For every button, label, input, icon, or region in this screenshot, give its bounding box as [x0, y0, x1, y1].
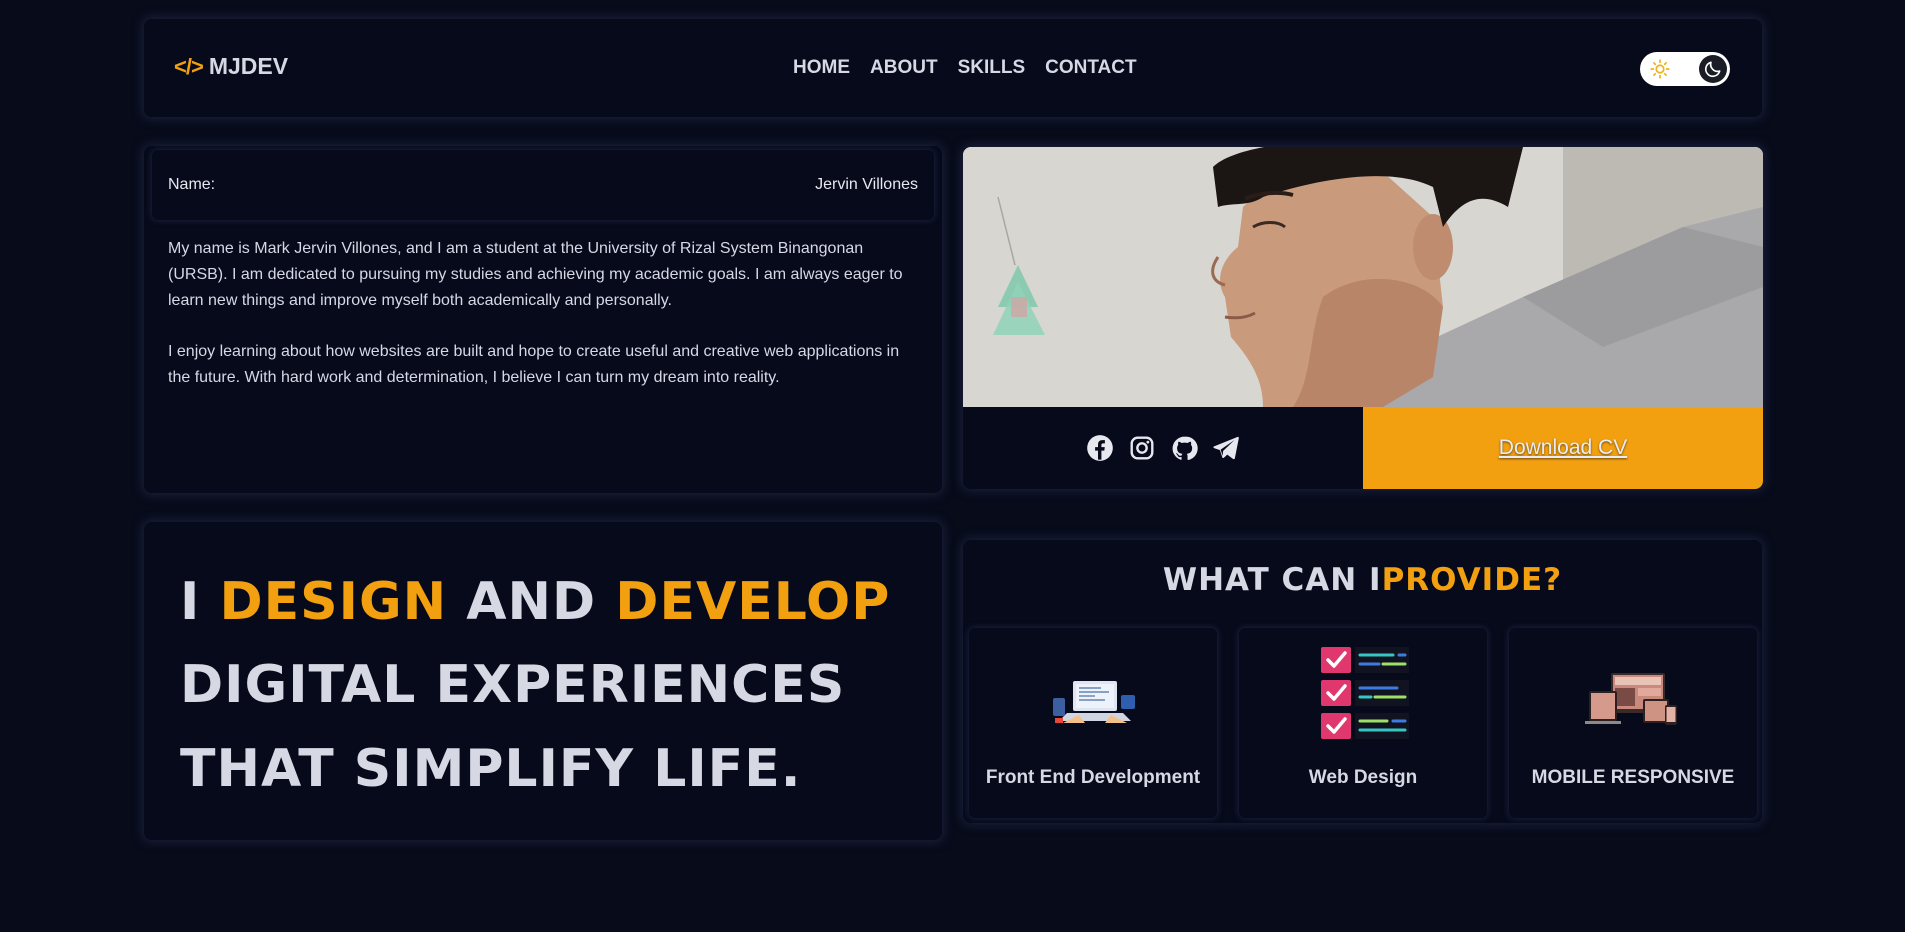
hero-word: I	[180, 572, 220, 632]
nav-skills[interactable]: SKILLS	[958, 57, 1026, 79]
checklist-illustration	[1321, 647, 1409, 739]
sun-icon	[1650, 59, 1670, 79]
service-label: Web Design	[1308, 767, 1418, 788]
about-card: Name: Jervin Villones My name is Mark Je…	[144, 146, 942, 493]
hero-line-1: I DESIGN AND DEVELOP	[180, 572, 890, 632]
nav-home[interactable]: HOME	[793, 57, 850, 79]
service-front-end: Front End Development	[969, 628, 1217, 818]
github-icon[interactable]	[1169, 433, 1199, 463]
theme-toggle[interactable]	[1640, 52, 1730, 86]
services-title-accent: PROVIDE?	[1381, 562, 1563, 598]
hero-accent-word: DESIGN	[219, 572, 448, 632]
services-title: WHAT CAN IPROVIDE?	[963, 562, 1762, 598]
toggle-knob	[1699, 55, 1727, 83]
about-paragraph: I enjoy learning about how websites are …	[168, 343, 900, 386]
about-paragraph: My name is Mark Jervin Villones, and I a…	[168, 240, 903, 309]
name-label: Name:	[168, 176, 216, 193]
hero-word: AND	[447, 572, 616, 632]
telegram-icon[interactable]	[1211, 433, 1241, 463]
nav-contact[interactable]: CONTACT	[1045, 57, 1136, 79]
main-nav: HOME ABOUT SKILLS CONTACT	[793, 57, 1137, 79]
service-web-design: Web Design	[1239, 628, 1487, 818]
moon-icon	[1704, 61, 1721, 78]
service-label: Front End Development	[985, 767, 1201, 788]
hero-line-2: DIGITAL EXPERIENCES	[180, 655, 846, 715]
about-text: My name is Mark Jervin Villones, and I a…	[168, 236, 918, 391]
hero-line-3: THAT SIMPLIFY LIFE.	[180, 739, 802, 799]
profile-photo	[963, 147, 1763, 407]
instagram-icon[interactable]	[1127, 433, 1157, 463]
facebook-icon[interactable]	[1085, 433, 1115, 463]
hero-accent-word: DEVELOP	[615, 572, 891, 632]
profile-card: Download CV	[963, 147, 1763, 489]
services-title-part: WHAT CAN I	[1162, 562, 1382, 598]
hero-card: I DESIGN AND DEVELOP DIGITAL EXPERIENCES…	[144, 522, 942, 840]
code-icon: </>	[174, 53, 204, 79]
profile-photo-illustration	[963, 147, 1763, 407]
social-links	[963, 407, 1363, 489]
site-header: </> MJDEV HOME ABOUT SKILLS CONTACT	[144, 19, 1762, 117]
service-mobile-responsive: MOBILE RESPONSIVE	[1509, 628, 1757, 818]
name-row: Name: Jervin Villones	[152, 150, 934, 220]
logo-text: MJDEV	[208, 53, 289, 79]
responsive-devices-illustration	[1585, 673, 1677, 725]
services-card: WHAT CAN IPROVIDE? Front End Development	[963, 540, 1762, 823]
laptop-coding-illustration	[1053, 681, 1135, 723]
name-value: Jervin Villones	[815, 176, 918, 193]
service-label: MOBILE RESPONSIVE	[1531, 767, 1735, 788]
logo[interactable]: </> MJDEV	[174, 53, 288, 80]
download-cv-button[interactable]: Download CV	[1363, 407, 1763, 489]
nav-about[interactable]: ABOUT	[870, 57, 938, 79]
